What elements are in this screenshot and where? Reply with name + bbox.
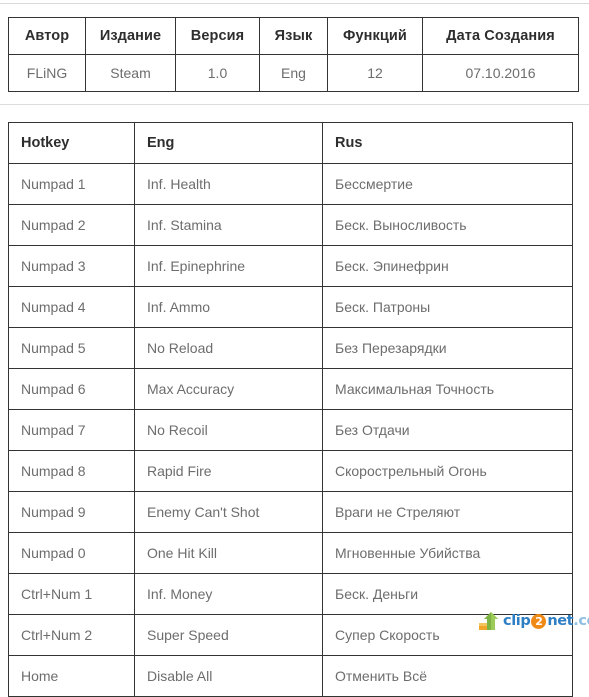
section-divider-rule <box>0 104 589 105</box>
hotkey-cell-key: Numpad 3 <box>8 245 135 287</box>
hotkey-cell-eng: Inf. Epinephrine <box>134 245 323 287</box>
hotkey-cell-rus: Без Перезарядки <box>322 327 573 369</box>
hotkey-cell-rus: Без Отдачи <box>322 409 573 451</box>
hotkey-cell-key: Numpad 7 <box>8 409 135 451</box>
hotkey-cell-eng: Inf. Stamina <box>134 204 323 246</box>
watermark-text: clip2net.com <box>503 612 589 629</box>
table-row: Home Disable All Отменить Всё <box>8 655 573 697</box>
hotkey-cell-key: Numpad 8 <box>8 450 135 492</box>
info-header-author: Автор <box>8 17 86 55</box>
info-header-edition: Издание <box>85 17 176 55</box>
hotkey-cell-key: Ctrl+Num 1 <box>8 573 135 615</box>
hotkey-cell-rus: Враги не Стреляют <box>322 491 573 533</box>
table-row: Numpad 2 Inf. Stamina Беск. Выносливость <box>8 204 573 246</box>
hotkey-cell-eng: Rapid Fire <box>134 450 323 492</box>
info-value-language: Eng <box>259 54 328 92</box>
hotkey-cell-rus: Мгновенные Убийства <box>322 532 573 574</box>
watermark-clip: clip <box>503 612 531 629</box>
hotkey-cell-key: Numpad 4 <box>8 286 135 328</box>
info-value-edition: Steam <box>85 54 176 92</box>
hotkey-cell-eng: One Hit Kill <box>134 532 323 574</box>
hotkey-cell-rus: Отменить Всё <box>322 655 573 697</box>
hotkey-cell-eng: Disable All <box>134 655 323 697</box>
hotkey-cell-eng: No Reload <box>134 327 323 369</box>
table-row: Numpad 9 Enemy Can't Shot Враги не Стреляю… <box>8 491 573 533</box>
hotkey-cell-key: Ctrl+Num 2 <box>8 614 135 656</box>
info-header-functions: Функций <box>327 17 423 55</box>
watermark-two-badge: 2 <box>531 613 547 629</box>
hotkey-cell-eng: Enemy Can't Shot <box>134 491 323 533</box>
top-divider-rule <box>0 3 589 4</box>
hotkey-table-header-row: Hotkey Eng Rus <box>8 122 573 164</box>
watermark-com: .com <box>573 612 589 629</box>
info-header-creation-date: Дата Создания <box>422 17 579 55</box>
watermark-net: net <box>547 612 574 629</box>
info-table-header-row: Автор Издание Версия Язык Функций Дата С… <box>8 17 579 55</box>
hotkey-cell-rus: Скорострельный Огонь <box>322 450 573 492</box>
table-row: Numpad 7 No Recoil Без Отдачи <box>8 409 573 451</box>
hotkey-cell-eng: Inf. Money <box>134 573 323 615</box>
hotkey-cell-key: Numpad 2 <box>8 204 135 246</box>
hotkey-cell-eng: Max Accuracy <box>134 368 323 410</box>
upload-arrow-icon <box>478 611 500 631</box>
info-value-creation-date: 07.10.2016 <box>422 54 579 92</box>
hotkey-cell-rus: Максимальная Точность <box>322 368 573 410</box>
hotkey-cell-rus: Беск. Эпинефрин <box>322 245 573 287</box>
hotkey-cell-eng: Super Speed <box>134 614 323 656</box>
hotkey-cell-key: Numpad 1 <box>8 163 135 205</box>
hotkey-cell-key: Home <box>8 655 135 697</box>
hotkey-cell-eng: No Recoil <box>134 409 323 451</box>
info-value-functions: 12 <box>327 54 423 92</box>
hotkey-cell-key: Numpad 5 <box>8 327 135 369</box>
info-header-version: Версия <box>175 17 260 55</box>
table-row: Numpad 8 Rapid Fire Скорострельный Огонь <box>8 450 573 492</box>
table-row: Numpad 0 One Hit Kill Мгновенные Убийства <box>8 532 573 574</box>
table-row: Numpad 1 Inf. Health Бессмертие <box>8 163 573 205</box>
hotkey-cell-eng: Inf. Ammo <box>134 286 323 328</box>
hotkey-cell-key: Numpad 9 <box>8 491 135 533</box>
table-row: Numpad 4 Inf. Ammo Беск. Патроны <box>8 286 573 328</box>
hotkey-header-hotkey: Hotkey <box>8 122 135 164</box>
table-row: Numpad 5 No Reload Без Перезарядки <box>8 327 573 369</box>
trainer-info-table: Автор Издание Версия Язык Функций Дата С… <box>8 17 579 92</box>
hotkey-cell-eng: Inf. Health <box>134 163 323 205</box>
hotkey-cell-key: Numpad 0 <box>8 532 135 574</box>
clip2net-watermark: clip2net.com <box>478 609 589 633</box>
hotkey-header-eng: Eng <box>134 122 323 164</box>
hotkey-header-rus: Rus <box>322 122 573 164</box>
table-row: FLiNG Steam 1.0 Eng 12 07.10.2016 <box>8 54 579 92</box>
table-row: Numpad 3 Inf. Epinephrine Беск. Эпинефрин <box>8 245 573 287</box>
info-value-author: FLiNG <box>8 54 86 92</box>
info-header-language: Язык <box>259 17 328 55</box>
table-row: Numpad 6 Max Accuracy Максимальная Точност… <box>8 368 573 410</box>
hotkey-cell-rus: Беск. Выносливость <box>322 204 573 246</box>
hotkey-cell-rus: Беск. Патроны <box>322 286 573 328</box>
info-value-version: 1.0 <box>175 54 260 92</box>
hotkey-cell-key: Numpad 6 <box>8 368 135 410</box>
hotkey-cell-rus: Бессмертие <box>322 163 573 205</box>
